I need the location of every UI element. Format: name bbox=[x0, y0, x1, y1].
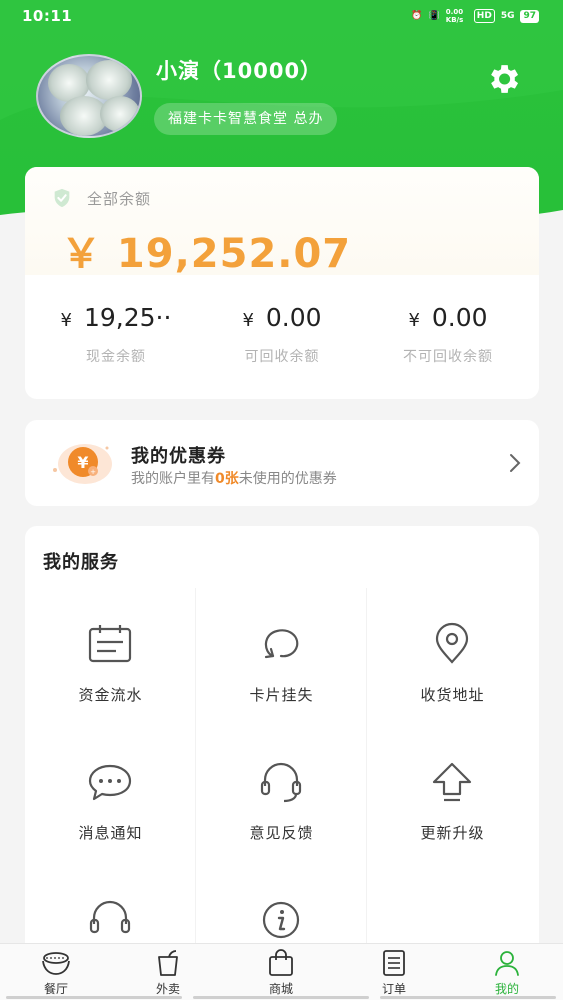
service-feedback[interactable]: 意见反馈 bbox=[196, 726, 367, 864]
gesture-bar bbox=[380, 996, 556, 999]
headset-icon bbox=[89, 900, 131, 934]
recyclable-balance-label: 可回收余额 bbox=[244, 349, 320, 365]
hd-badge: HD bbox=[473, 9, 495, 23]
service-label: 更新升级 bbox=[420, 824, 485, 842]
organization-badge: 福建卡卡智慧食堂 总办 bbox=[154, 103, 338, 135]
order-list-icon bbox=[383, 950, 405, 976]
shopping-bag-icon bbox=[269, 949, 293, 976]
headset-icon bbox=[260, 762, 302, 803]
coupon-icon: ¥ + bbox=[53, 444, 112, 484]
non-recyclable-balance[interactable]: ¥0.00 不可回收余额 bbox=[363, 303, 533, 366]
user-name: 小演（10000） bbox=[156, 59, 323, 83]
service-fund-flow[interactable]: 资金流水 bbox=[25, 588, 196, 726]
coupon-desc-suffix: 未使用的优惠券 bbox=[238, 471, 337, 487]
shield-check-icon bbox=[54, 188, 70, 208]
currency-symbol: ¥ bbox=[60, 310, 72, 331]
recyclable-balance-amount: 0.00 bbox=[265, 303, 322, 332]
service-upgrade[interactable]: 更新升级 bbox=[367, 726, 538, 864]
non-recyclable-balance-amount: 0.00 bbox=[431, 303, 488, 332]
nav-label: 餐厅 bbox=[43, 982, 68, 996]
avatar[interactable] bbox=[36, 54, 142, 138]
service-label: 意见反馈 bbox=[249, 824, 314, 842]
services-title: 我的服务 bbox=[43, 552, 119, 573]
service-address[interactable]: 收货地址 bbox=[367, 588, 538, 726]
services-card: 我的服务 资金流水 卡片挂失 收货地址 消息通知 意见反馈 更新升级 bbox=[25, 526, 539, 966]
recyclable-balance[interactable]: ¥0.00 可回收余额 bbox=[197, 303, 367, 366]
nav-label: 商城 bbox=[268, 982, 293, 996]
coupon-count: 0张 bbox=[215, 471, 239, 487]
bottom-navigation: 餐厅 外卖 商城 订单 我的 bbox=[0, 943, 563, 1000]
svg-text:+: + bbox=[90, 468, 96, 476]
service-card-loss[interactable]: 卡片挂失 bbox=[196, 588, 367, 726]
gesture-bar bbox=[6, 996, 182, 999]
location-pin-icon bbox=[435, 622, 469, 664]
balance-breakdown: ¥19,25·· 现金余额 ¥0.00 可回收余额 ¥0.00 不可回收余额 bbox=[25, 303, 539, 373]
takeout-icon bbox=[158, 950, 178, 976]
nav-takeout[interactable]: 外卖 bbox=[112, 944, 224, 1000]
gear-icon[interactable] bbox=[484, 60, 522, 98]
coupon-title: 我的优惠券 bbox=[131, 446, 226, 467]
bowl-icon bbox=[42, 952, 70, 975]
chevron-right-icon bbox=[510, 454, 521, 472]
net-speed: 0.00 KB/s bbox=[445, 8, 464, 24]
chat-bubble-icon bbox=[88, 764, 132, 801]
nav-orders[interactable]: 订单 bbox=[338, 944, 450, 1000]
currency-symbol: ¥ bbox=[408, 310, 420, 331]
alarm-icon: ⏰ bbox=[411, 11, 423, 21]
svg-text:¥: ¥ bbox=[77, 453, 88, 472]
loop-icon bbox=[264, 629, 299, 659]
nav-restaurant[interactable]: 餐厅 bbox=[0, 944, 112, 1000]
upgrade-arrow-icon bbox=[432, 762, 472, 802]
total-balance-label: 全部余额 bbox=[87, 190, 152, 208]
service-label: 收货地址 bbox=[420, 686, 485, 704]
coupon-desc-prefix: 我的账户里有 bbox=[131, 471, 215, 487]
nav-mine[interactable]: 我的 bbox=[451, 944, 563, 1000]
calendar-icon bbox=[88, 625, 132, 663]
coupon-card[interactable]: ¥ + 我的优惠券 我的账户里有0张未使用的优惠券 bbox=[25, 420, 539, 506]
status-bar: 10:11 ⏰ 📳 0.00 KB/s HD 5G 97 bbox=[0, 0, 563, 34]
service-label: 资金流水 bbox=[78, 686, 143, 704]
nav-label: 我的 bbox=[494, 982, 519, 996]
nav-mall[interactable]: 商城 bbox=[225, 944, 337, 1000]
signal-indicator: 5G bbox=[500, 11, 515, 21]
status-time: 10:11 bbox=[22, 7, 73, 25]
service-label: 卡片挂失 bbox=[249, 686, 314, 704]
status-icons: ⏰ 📳 0.00 KB/s HD 5G 97 bbox=[411, 8, 539, 24]
vibrate-icon: 📳 bbox=[428, 11, 440, 21]
gesture-bar bbox=[193, 996, 369, 999]
non-recyclable-balance-label: 不可回收余额 bbox=[403, 349, 493, 365]
cash-balance[interactable]: ¥19,25·· 现金余额 bbox=[31, 303, 201, 366]
cash-balance-amount: 19,25·· bbox=[83, 303, 172, 332]
nav-label: 订单 bbox=[381, 982, 406, 996]
total-balance-amount: ￥ 19,252.07 bbox=[61, 231, 352, 277]
service-notifications[interactable]: 消息通知 bbox=[25, 726, 196, 864]
user-icon bbox=[495, 951, 519, 976]
info-icon bbox=[262, 901, 300, 939]
service-label: 消息通知 bbox=[78, 824, 143, 842]
cash-balance-label: 现金余额 bbox=[86, 349, 146, 365]
balance-card[interactable]: 全部余额 ￥ 19,252.07 ¥19,25·· 现金余额 ¥0.00 可回收… bbox=[25, 167, 539, 399]
coupon-description: 我的账户里有0张未使用的优惠券 bbox=[131, 468, 337, 488]
nav-label: 外卖 bbox=[155, 982, 180, 996]
battery-indicator: 97 bbox=[520, 9, 539, 23]
currency-symbol: ¥ bbox=[242, 310, 254, 331]
